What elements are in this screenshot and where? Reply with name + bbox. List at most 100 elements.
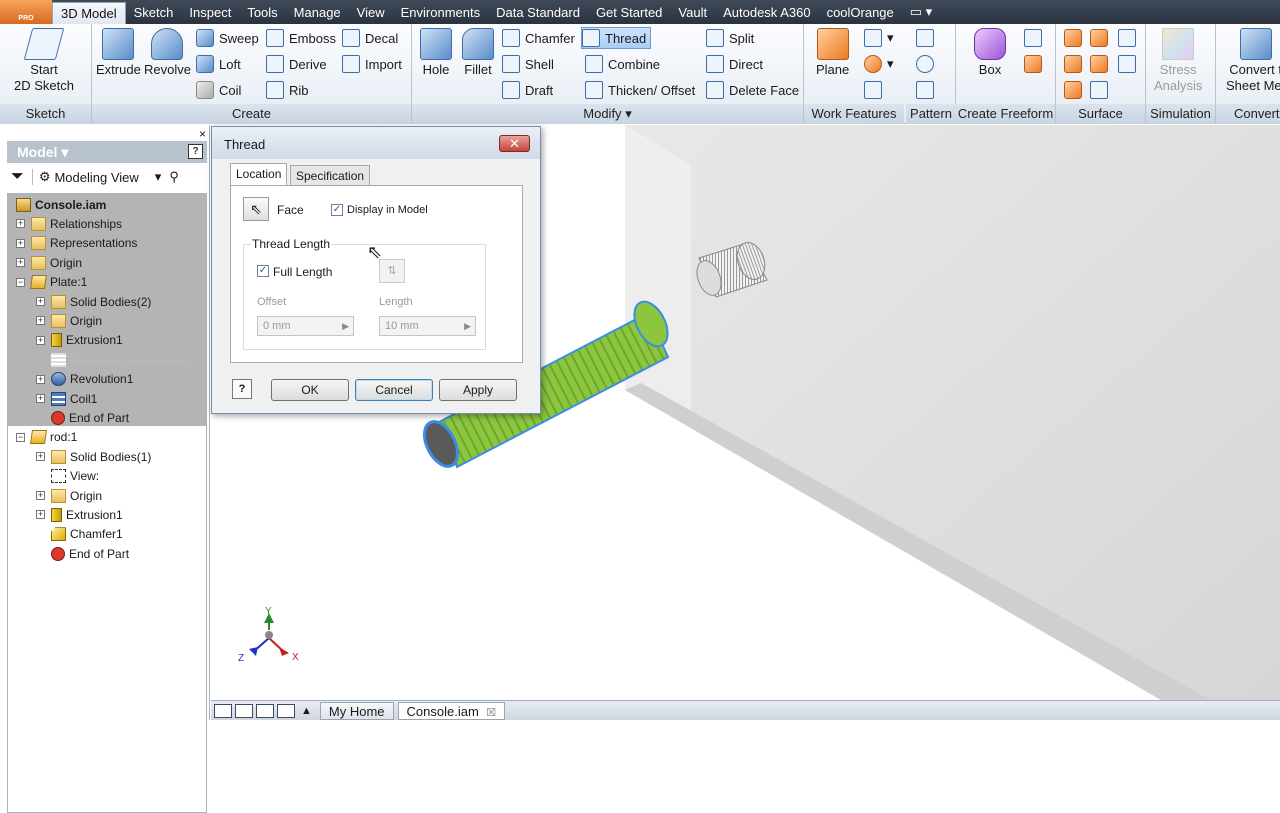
cancel-button[interactable]: Cancel bbox=[355, 379, 433, 401]
application-menu-button[interactable]: PRO bbox=[0, 0, 52, 24]
surface-tool-4[interactable] bbox=[1064, 53, 1087, 75]
full-length-checkbox[interactable]: ✓ bbox=[257, 265, 269, 277]
tree-node[interactable]: Thread1 (Suppressed) bbox=[36, 350, 190, 369]
shell-button[interactable]: Shell bbox=[502, 53, 554, 75]
arrow-up-icon[interactable]: ▲ bbox=[301, 705, 312, 717]
surface-tool-6[interactable] bbox=[1118, 53, 1141, 75]
tile-horizontal-icon[interactable] bbox=[214, 703, 232, 718]
emboss-button[interactable]: Emboss bbox=[266, 27, 336, 49]
axis-button[interactable]: ▾ bbox=[864, 27, 894, 49]
tab-view[interactable]: View bbox=[349, 0, 393, 24]
caret-right-icon[interactable]: ▶ bbox=[342, 317, 349, 335]
plane-button[interactable]: Plane bbox=[816, 28, 849, 78]
tree-node[interactable]: + Representations bbox=[16, 234, 137, 253]
coil-button[interactable]: Coil bbox=[196, 79, 241, 101]
tile-grid-icon[interactable] bbox=[235, 703, 253, 718]
point-button[interactable]: ▾ bbox=[864, 53, 894, 75]
close-tab-icon[interactable]: ☒ bbox=[486, 707, 496, 719]
sweep-button[interactable]: Sweep bbox=[196, 27, 259, 49]
apply-button[interactable]: Apply bbox=[439, 379, 517, 401]
decal-button[interactable]: Decal bbox=[342, 27, 398, 49]
tree-node[interactable]: + Origin bbox=[16, 253, 82, 272]
tile-vertical-icon[interactable] bbox=[277, 703, 295, 718]
tree-node[interactable]: + Solid Bodies(2) bbox=[36, 292, 151, 311]
surface-tool-5[interactable] bbox=[1090, 53, 1113, 75]
delete-face-button[interactable]: Delete Face bbox=[706, 79, 799, 101]
ucs-button[interactable] bbox=[864, 79, 887, 101]
dialog-close-button[interactable]: ✕ bbox=[499, 135, 530, 152]
help-icon[interactable]: ? bbox=[188, 144, 203, 159]
tree-node[interactable]: End of Part bbox=[36, 408, 129, 427]
derive-button[interactable]: Derive bbox=[266, 53, 327, 75]
surface-tool-2[interactable] bbox=[1090, 27, 1113, 49]
offset-input[interactable]: 0 mm ▶ bbox=[257, 316, 354, 336]
start-2d-sketch-button[interactable]: Start 2D Sketch bbox=[14, 28, 74, 94]
tab-autodesk-a360[interactable]: Autodesk A360 bbox=[715, 0, 818, 24]
tab-inspect[interactable]: Inspect bbox=[181, 0, 239, 24]
panel-title-modify[interactable]: Modify ▾ bbox=[412, 104, 803, 124]
filter-icon[interactable]: ⏷ bbox=[11, 168, 24, 186]
tree-node[interactable]: + Extrusion1 bbox=[36, 331, 123, 350]
tree-node[interactable]: + Extrusion1 bbox=[36, 505, 123, 524]
expand-toggle-icon[interactable]: + bbox=[36, 452, 45, 462]
hole-button[interactable]: Hole bbox=[420, 28, 452, 78]
surface-tool-8[interactable] bbox=[1090, 79, 1113, 101]
tree-node[interactable]: − rod:1 bbox=[16, 428, 77, 447]
freeform-convert-button[interactable] bbox=[1024, 53, 1047, 75]
expand-toggle-icon[interactable]: + bbox=[16, 258, 25, 268]
fillet-button[interactable]: Fillet bbox=[462, 28, 494, 78]
ribbon-display-toggle[interactable]: ▭ ▾ bbox=[902, 0, 940, 24]
tree-node[interactable]: + Coil1 bbox=[36, 389, 97, 408]
tree-node[interactable]: + Origin bbox=[36, 486, 102, 505]
find-icon[interactable]: ⚲ bbox=[169, 169, 179, 185]
circular-pattern-button[interactable] bbox=[916, 53, 939, 75]
help-icon[interactable]: ? bbox=[232, 379, 252, 399]
tab-console-iam[interactable]: Console.iam ☒ bbox=[397, 701, 506, 720]
dialog-title-bar[interactable]: Thread ✕ bbox=[212, 127, 540, 159]
surface-tool-3[interactable] bbox=[1118, 27, 1141, 49]
rib-button[interactable]: Rib bbox=[266, 79, 309, 101]
surface-tool-7[interactable] bbox=[1064, 79, 1087, 101]
tab-coolorange[interactable]: coolOrange bbox=[819, 0, 902, 24]
combine-button[interactable]: Combine bbox=[585, 53, 660, 75]
chamfer-button[interactable]: Chamfer bbox=[502, 27, 575, 49]
tree-node[interactable]: View: bbox=[36, 467, 99, 486]
display-in-model-checkbox[interactable]: ✓ bbox=[331, 204, 343, 216]
expand-toggle-icon[interactable]: + bbox=[36, 335, 45, 345]
tab-sketch[interactable]: Sketch bbox=[126, 0, 182, 24]
tab-data-standard[interactable]: Data Standard bbox=[488, 0, 588, 24]
rectangular-pattern-button[interactable] bbox=[916, 27, 939, 49]
expand-toggle-icon[interactable]: + bbox=[36, 491, 45, 500]
stress-analysis-button[interactable]: Stress Analysis bbox=[1154, 28, 1202, 94]
expand-toggle-icon[interactable]: − bbox=[16, 277, 25, 287]
mirror-button[interactable] bbox=[916, 79, 939, 101]
freeform-edit-button[interactable] bbox=[1024, 27, 1047, 49]
expand-toggle-icon[interactable]: + bbox=[36, 316, 45, 326]
tree-node[interactable]: − Plate:1 bbox=[16, 273, 87, 292]
expand-toggle-icon[interactable]: + bbox=[36, 297, 45, 306]
tab-get-started[interactable]: Get Started bbox=[588, 0, 670, 24]
draft-button[interactable]: Draft bbox=[502, 79, 553, 101]
tab-vault[interactable]: Vault bbox=[670, 0, 715, 24]
expand-toggle-icon[interactable]: − bbox=[16, 432, 25, 442]
tree-node[interactable]: Console.iam bbox=[16, 195, 106, 214]
convert-to-sheet-metal-button[interactable]: Convert t Sheet Met bbox=[1226, 28, 1280, 94]
view-selector[interactable]: ⚙ Modeling View ▾ bbox=[31, 169, 161, 185]
tab-specification[interactable]: Specification bbox=[290, 165, 371, 186]
browser-header[interactable]: Model ▾ ? bbox=[7, 141, 207, 163]
surface-tool-1[interactable] bbox=[1064, 27, 1087, 49]
plate-front-face[interactable] bbox=[625, 125, 1280, 700]
tree-node[interactable]: + Relationships bbox=[16, 214, 122, 233]
thicken-offset-button[interactable]: Thicken/ Offset bbox=[585, 79, 695, 101]
plate-side-face[interactable] bbox=[625, 125, 691, 425]
tree-node[interactable]: + Solid Bodies(1) bbox=[36, 447, 151, 466]
tab-location[interactable]: Location bbox=[230, 163, 288, 186]
expand-toggle-icon[interactable]: + bbox=[36, 510, 45, 520]
tree-node[interactable]: End of Part bbox=[36, 544, 129, 563]
tree-node[interactable]: Chamfer1 bbox=[36, 525, 123, 544]
tile-list-icon[interactable] bbox=[256, 703, 274, 718]
tab-tools[interactable]: Tools bbox=[239, 0, 285, 24]
tree-node[interactable]: + Origin bbox=[36, 311, 102, 330]
expand-toggle-icon[interactable]: + bbox=[16, 219, 25, 229]
thread-button[interactable]: Thread bbox=[581, 27, 652, 49]
